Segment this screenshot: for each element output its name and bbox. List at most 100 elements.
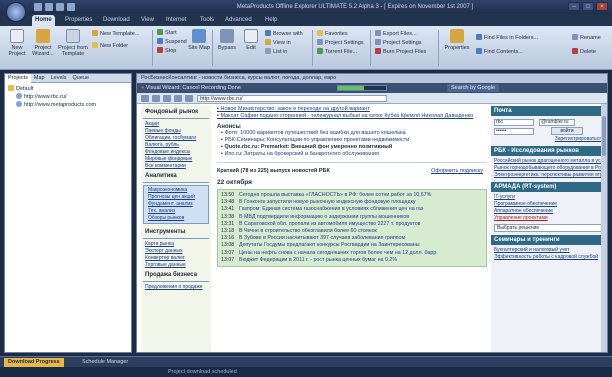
sidebar-link[interactable]: Прогнозы цен акций (144, 194, 208, 201)
top-news-link[interactable]: ▪ Максат Сафин подано сторонней - тележу… (217, 113, 487, 120)
news-item[interactable]: 13:31 В Саратовской обл. пропали из автом… (221, 221, 483, 228)
undo-icon[interactable] (45, 3, 53, 11)
mail-register-link[interactable]: Зарегистрироваться (491, 136, 605, 143)
tab-home[interactable]: Home (32, 15, 55, 26)
app-menu-button[interactable] (6, 2, 26, 22)
sidebar-link[interactable]: Фондовые индексы (141, 149, 211, 156)
tab-download[interactable]: Download (100, 15, 133, 26)
export-files-button[interactable]: Export Files... (375, 30, 417, 38)
new-template-button[interactable]: New Template... (92, 30, 139, 38)
tab-internet[interactable]: Internet (163, 15, 189, 26)
armada-link[interactable]: Управление проектами (491, 215, 605, 222)
armada-link[interactable]: IT-услуги (491, 194, 605, 201)
site-map-button[interactable]: Site Map (188, 29, 210, 51)
mail-domain-select[interactable]: @rambler.ru (539, 119, 575, 126)
tab-help[interactable]: Help (262, 15, 280, 26)
subscribe-link[interactable]: Оформить подписку (431, 167, 483, 175)
burn-project-files-button[interactable]: Burn Project Files (375, 48, 426, 56)
delete-button[interactable]: Delete (572, 48, 596, 56)
edit-button[interactable]: Edit (240, 29, 262, 51)
news-item[interactable]: 13:38 В МВД подтвердили информацию о заде… (221, 214, 483, 221)
torrent-file-button[interactable]: Torrent File... (317, 48, 357, 56)
project-settings-button[interactable]: Project Settings (317, 39, 364, 47)
news-item[interactable]: 13:08 Депутаты Госдумы предлагают конкурс… (221, 242, 483, 249)
sidebar-link[interactable]: Обзоры рынков (144, 215, 208, 222)
scrollbar-thumb[interactable] (602, 116, 606, 156)
sidebar-link[interactable]: Карта рынка (141, 241, 211, 248)
tab-advanced[interactable]: Advanced (222, 15, 255, 26)
tab-levels[interactable]: Levels (48, 74, 70, 83)
refresh-icon[interactable] (163, 95, 171, 102)
sidebar-link[interactable]: Мировые фондовые (141, 156, 211, 163)
rename-button[interactable]: Rename (572, 34, 601, 42)
anons-link[interactable]: ▪ Ипо.ru: Затраты на брокерский и банкро… (217, 151, 487, 158)
armada-link[interactable]: Программное обеспечение (491, 201, 605, 208)
sidebar-link[interactable]: Торговые данные (141, 262, 211, 269)
mail-login-input[interactable]: rbc (494, 119, 534, 126)
minimize-button[interactable]: – (568, 2, 580, 11)
tab-map[interactable]: Map (31, 74, 48, 83)
tree-project-metaproducts[interactable]: http://www.metaproducts.com (8, 101, 128, 109)
news-item[interactable]: 13:07 Бюджет Федерации в 2011 г. - рост р… (221, 257, 483, 264)
sidebar-link[interactable]: Предложения о продаже (141, 284, 211, 291)
news-item[interactable]: 13:48 В Гонконге запустили новую рыночную… (221, 199, 483, 206)
tab-schedule-manager[interactable]: Schedule Manager (78, 358, 132, 367)
anons-link[interactable]: ▪ Quote.rbc.ru: Premarket: Внешний фон у… (217, 144, 487, 151)
sidebar-link[interactable]: Валюта, рубль (141, 142, 211, 149)
stop-icon[interactable] (185, 95, 193, 102)
anons-link[interactable]: ▪ Фото: 10000 вариантов путешествий без … (217, 130, 487, 137)
seminar-link[interactable]: Эффективность работы с кадровой службой (491, 254, 605, 261)
sidebar-link[interactable]: Облигации, госбумаги (141, 135, 211, 142)
back-icon[interactable] (141, 95, 149, 102)
news-item[interactable]: 13:16 В Зубове в России насчитывают 397 с… (221, 235, 483, 242)
news-item[interactable]: 13:07 Цены на нефть снова с начала сегодн… (221, 250, 483, 257)
redo-icon[interactable] (56, 3, 64, 11)
armada-link[interactable]: Аппаратное обеспечение (491, 208, 605, 215)
mail-enter-button[interactable]: войти (551, 127, 583, 135)
sidebar-link[interactable]: Экспорт данных (141, 248, 211, 255)
maximize-button[interactable]: □ (582, 2, 594, 11)
tab-tools[interactable]: Tools (197, 15, 217, 26)
find-contents-button[interactable]: Find Contents... (476, 48, 523, 56)
project-wizard-button[interactable]: Project Wizard... (32, 29, 54, 57)
sidebar-link[interactable]: Тех. анализ (144, 208, 208, 215)
browse-with-button[interactable]: Browse with (265, 30, 303, 38)
start-button[interactable]: Start (157, 29, 177, 37)
tree-folder-default[interactable]: Default (8, 85, 128, 93)
brief-news-link[interactable]: Краткий (78 из 225) выпуск новостей РБК (217, 168, 330, 174)
research-link[interactable]: Российский рынок драгоценного металла в … (491, 158, 605, 165)
url-input[interactable]: http://www.rbc.ru/ (197, 95, 387, 102)
stop-button[interactable]: Stop (157, 47, 176, 55)
sidebar-link[interactable]: Акции (141, 121, 211, 128)
tab-properties[interactable]: Properties (62, 15, 95, 26)
sidebar-link[interactable]: Все комментарии (141, 163, 211, 170)
bypass-button[interactable]: Bypass (216, 29, 238, 51)
project-settings-2-button[interactable]: Project Settings (375, 39, 422, 47)
tab-queue[interactable]: Queue (69, 74, 92, 83)
home-icon[interactable] (174, 95, 182, 102)
seminar-link[interactable]: Бухгалтерский и налоговый учет (491, 247, 605, 254)
sidebar-link[interactable]: Фундамент. анализ (144, 201, 208, 208)
news-item[interactable]: 13:18 В Чечне в строительство обезглавили… (221, 228, 483, 235)
view-in-button[interactable]: View in (265, 39, 291, 47)
dropdown-icon[interactable] (67, 3, 75, 11)
sidebar-link[interactable]: Конвертер валют (141, 255, 211, 262)
news-item[interactable]: 13:41 Газпром: Единая система газоснабжен… (221, 206, 483, 213)
sidebar-link[interactable]: Макроэкономика (144, 187, 208, 194)
project-from-template-button[interactable]: Project from Template (58, 29, 88, 57)
search-by-google-button[interactable]: Search by Google (447, 84, 500, 92)
news-item[interactable]: 13:50 Сегодня прошла выставка «ГЛАСНОСТЬ»… (221, 192, 483, 199)
tab-projects[interactable]: Projects (5, 74, 31, 83)
browser-tab[interactable]: РосБизнесКонсалтинг - новости бизнеса, к… (137, 74, 607, 83)
new-project-button[interactable]: New Project (6, 29, 28, 57)
tab-download-progress[interactable]: Download Progress (4, 358, 64, 367)
list-in-button[interactable]: List in (265, 48, 287, 56)
mail-password-input[interactable]: •••••• (494, 128, 534, 135)
tree-project-rbc[interactable]: http://www.rbc.ru/ (8, 93, 128, 101)
tab-view[interactable]: View (138, 15, 157, 26)
new-folder-button[interactable]: New Folder (92, 42, 128, 50)
research-link[interactable]: Электроэнергетика: перспективы развития … (491, 172, 605, 179)
anons-link[interactable]: ▪ РБК-Семинары: Консультации по управлен… (217, 137, 487, 144)
properties-button[interactable]: Properties (442, 29, 472, 51)
find-files-button[interactable]: Find Files in Folders... (476, 34, 538, 42)
